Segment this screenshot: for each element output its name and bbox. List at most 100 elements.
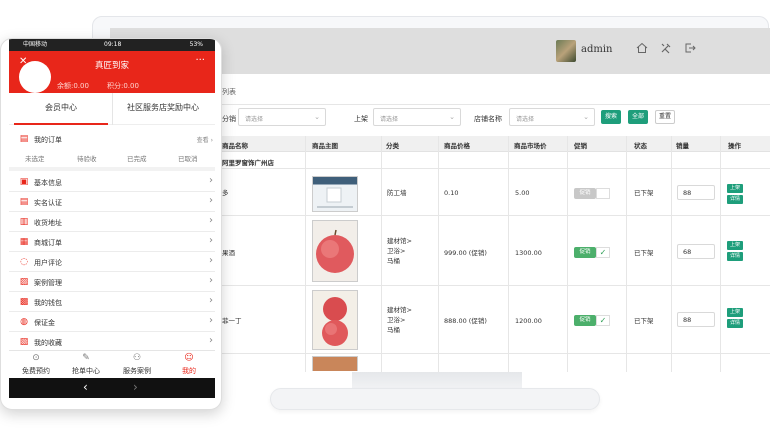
product-status: 已下架 — [634, 249, 654, 257]
product-image[interactable] — [312, 290, 358, 350]
bottom-navigation: ⊙ 免费预约 ✎ 抢单中心 ⚇ 服务案例 ☺ 我的 — [9, 350, 215, 378]
product-name[interactable]: 果酒 — [222, 248, 235, 258]
sales-input[interactable]: 68 — [677, 244, 715, 259]
product-image[interactable] — [312, 356, 358, 371]
carrier-label: 中国移动 — [23, 41, 48, 48]
breadcrumb[interactable]: 列表 — [222, 87, 236, 97]
product-category: 建材馆> 卫浴> 马桶 — [387, 306, 412, 334]
reset-button[interactable]: 重置 — [655, 110, 675, 124]
detail-button[interactable]: 详情 — [727, 252, 743, 261]
chevron-down-icon: ⌄ — [583, 113, 589, 121]
points-label: 积分:0.00 — [107, 82, 139, 90]
menu-wallet[interactable]: ▩ 我的钱包 › — [9, 292, 215, 312]
tab-reward-center[interactable]: 社区服务店奖励中心 — [127, 102, 199, 113]
order-status-unselected[interactable]: 未选定 — [25, 153, 45, 163]
chevron-right-icon: › — [209, 195, 213, 206]
menu-address[interactable]: ▥ 收货地址 › — [9, 212, 215, 232]
people-icon: ⚇ — [132, 353, 142, 363]
chevron-right-icon: › — [209, 175, 213, 186]
chevron-right-icon: › — [209, 295, 213, 306]
detail-button[interactable]: 详情 — [727, 319, 743, 328]
product-price: 888.00 (促销) — [444, 317, 487, 325]
nav-free-booking[interactable]: ⊙ 免费预约 — [11, 352, 61, 376]
avatar[interactable] — [19, 61, 51, 93]
deposit-icon: ◍ — [20, 317, 28, 327]
product-image[interactable] — [312, 176, 358, 212]
product-name[interactable]: 多 — [222, 188, 229, 198]
chevron-right-icon: › — [209, 255, 213, 266]
product-status: 已下架 — [634, 317, 654, 325]
tab-member-center[interactable]: 会员中心 — [45, 102, 77, 113]
order-list-icon: ▦ — [19, 237, 29, 247]
phone-status-bar: 中国移动 09:18 53% — [9, 39, 215, 51]
nav-mine[interactable]: ☺ 我的 — [164, 352, 214, 376]
filter-store-select[interactable]: 请选择 ⌄ — [509, 108, 595, 126]
list-button[interactable]: 上架 — [727, 184, 743, 193]
menu-basic-info[interactable]: ▣ 基本信息 › — [9, 172, 215, 192]
chevron-right-icon: › — [209, 275, 213, 286]
product-status: 已下架 — [634, 189, 654, 197]
list-button[interactable]: 上架 — [727, 241, 743, 250]
wallet-icon: ▩ — [19, 297, 29, 307]
product-name[interactable]: 菲一丁 — [222, 316, 242, 326]
chevron-right-icon: › — [209, 235, 213, 246]
id-card-icon: ▤ — [19, 197, 29, 207]
order-status-cancelled[interactable]: 已取消 — [178, 153, 198, 163]
battery-level: 53% — [189, 41, 203, 48]
menu-deposit[interactable]: ◍ 保证金 › — [9, 312, 215, 332]
orders-title[interactable]: 我的订单 — [34, 135, 62, 145]
promo-toggle-label[interactable]: 促销 — [574, 315, 596, 326]
menu-mall-orders[interactable]: ▦ 商城订单 › — [9, 232, 215, 252]
forward-icon[interactable]: › — [133, 380, 138, 394]
filter-listed-select[interactable]: 请选择 ⌄ — [373, 108, 461, 126]
promo-toggle-label[interactable]: 促销 — [574, 247, 596, 258]
promo-toggle-box[interactable] — [596, 188, 610, 199]
chevron-right-icon: › — [209, 335, 213, 346]
filter-store-label: 店铺名称 — [474, 115, 502, 123]
admin-username[interactable]: admin — [581, 44, 612, 55]
col-header: 销量 — [676, 142, 689, 150]
screenshot-canvas: admin 列表 分销 请选择 ⌄ 上架 请选择 ⌄ 店铺名称 请选择 ⌄ 搜索 全部… — [0, 0, 771, 431]
col-header: 促销 — [574, 142, 587, 150]
avatar[interactable] — [556, 40, 576, 62]
filter-distribution-select[interactable]: 请选择 ⌄ — [238, 108, 326, 126]
chevron-right-icon: › — [209, 215, 213, 226]
nav-grab-orders[interactable]: ✎ 抢单中心 — [61, 352, 111, 376]
store-name: 阿里罗窗饰广州店 — [222, 159, 274, 167]
product-image[interactable] — [312, 220, 358, 282]
favorites-icon: ▧ — [19, 337, 29, 347]
chevron-right-icon: › — [209, 315, 213, 326]
promo-toggle-label[interactable]: 促销 — [574, 188, 596, 199]
product-price: 0.10 — [444, 189, 459, 197]
comment-icon: ◌ — [20, 257, 28, 267]
menu-favorites[interactable]: ▧ 我的收藏 › — [9, 332, 215, 352]
product-price: 999.00 (促销) — [444, 249, 487, 257]
breadcrumb-divider — [222, 104, 770, 105]
tools-icon[interactable] — [658, 42, 674, 58]
show-all-button[interactable]: 全部 — [628, 110, 648, 124]
list-button[interactable]: 上架 — [727, 308, 743, 317]
col-header: 操作 — [728, 142, 741, 150]
search-button[interactable]: 搜索 — [601, 110, 621, 124]
more-icon[interactable]: ··· — [195, 55, 205, 66]
col-header: 商品名称 — [222, 142, 248, 150]
detail-button[interactable]: 详情 — [727, 195, 743, 204]
home-icon[interactable] — [634, 42, 650, 58]
order-status-completed[interactable]: 已完成 — [127, 153, 147, 163]
order-status-pending[interactable]: 待验收 — [77, 153, 97, 163]
menu-case-management[interactable]: ▨ 案例管理 › — [9, 272, 215, 292]
nav-service-cases[interactable]: ⚇ 服务案例 — [112, 352, 162, 376]
sales-input[interactable]: 88 — [677, 312, 715, 327]
menu-comments[interactable]: ◌ 用户评论 › — [9, 252, 215, 272]
check-icon[interactable]: ✓ — [596, 247, 610, 258]
sales-input[interactable]: 88 — [677, 185, 715, 200]
orders-section: ▤ 我的订单 查看 › 未选定 待验收 已完成 已取消 — [9, 131, 215, 163]
back-icon[interactable]: ‹ — [83, 380, 88, 394]
logout-icon[interactable] — [682, 42, 698, 58]
check-icon[interactable]: ✓ — [596, 315, 610, 326]
product-market-price: 1300.00 — [515, 249, 542, 257]
product-market-price: 1200.00 — [515, 317, 542, 325]
order-icon: ▤ — [19, 134, 29, 144]
menu-verification[interactable]: ▤ 实名认证 › — [9, 192, 215, 212]
view-orders-link[interactable]: 查看 › — [197, 135, 213, 144]
